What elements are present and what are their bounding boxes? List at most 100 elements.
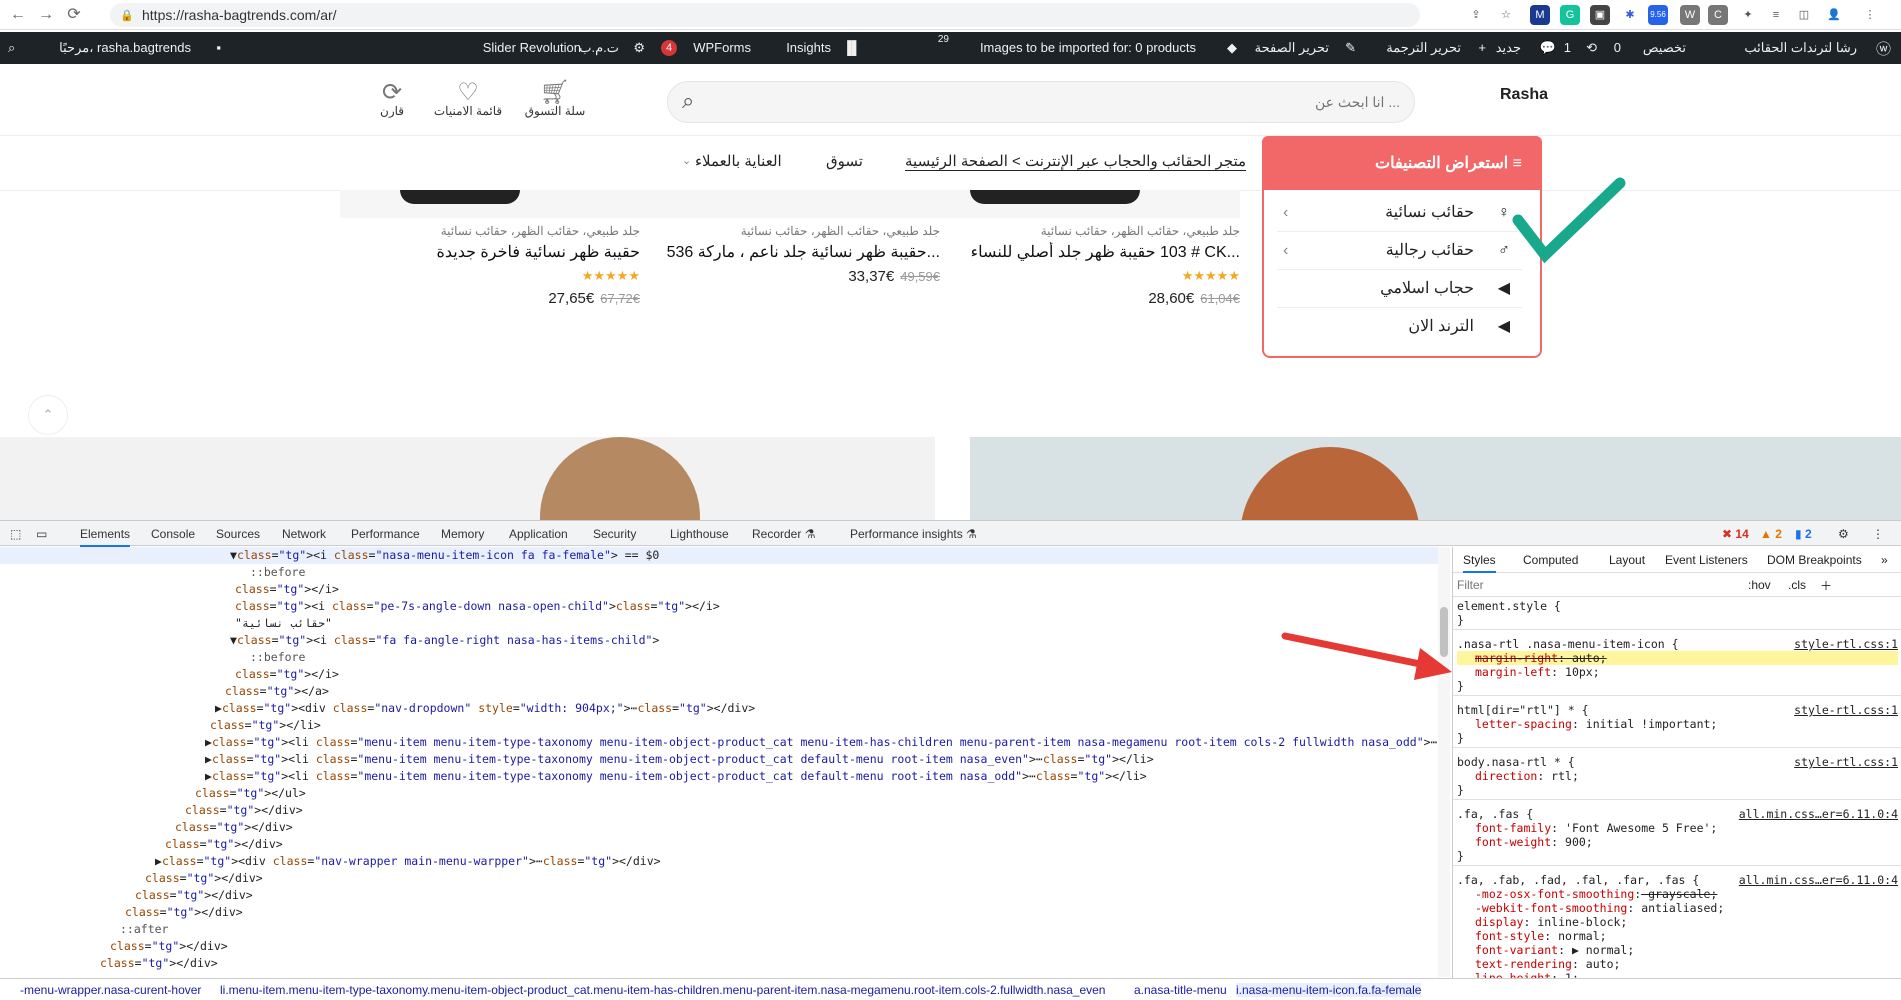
extension-box-icon[interactable]: ▣ [1590, 5, 1610, 25]
share-icon[interactable]: ⇪ [1466, 5, 1486, 25]
extension-m-icon[interactable]: M [1530, 5, 1550, 25]
admin-updates[interactable]: 0 [1614, 40, 1621, 55]
css-property[interactable]: margin-left: 10px; [1457, 665, 1898, 679]
extensions-puzzle-icon[interactable]: ✦ [1738, 5, 1758, 25]
shop-link[interactable]: تسوق [826, 152, 863, 170]
menu-icon[interactable]: ⋮ [1860, 5, 1880, 25]
rule-source-link[interactable]: all.min.css…er=6.11.0:4 [1739, 807, 1898, 821]
tab-network[interactable]: Network [282, 527, 326, 541]
breadcrumb-link[interactable]: متجر الحقائب والحجاب عبر الإنترنت > الصف… [905, 152, 1247, 171]
tab-dom-breakpoints[interactable]: DOM Breakpoints [1767, 553, 1862, 567]
search-icon[interactable]: ⌕ [682, 88, 694, 114]
dom-node-line[interactable]: ▶class="tg"><li class="menu-item menu-it… [205, 734, 1450, 751]
hov-toggle[interactable]: :hov [1748, 578, 1771, 592]
categories-toggle[interactable]: استعراض التصنيفات ≡ [1262, 136, 1542, 191]
admin-counter[interactable]: 29 [938, 34, 949, 45]
tab-memory[interactable]: Memory [441, 527, 484, 541]
crumb-item[interactable]: -menu-wrapper.nasa-curent-hover [20, 983, 201, 997]
customer-care-link[interactable]: العناية بالعملاء [695, 152, 782, 170]
extension-w-icon[interactable]: W [1680, 5, 1700, 25]
admin-edit-translation[interactable]: تحرير الترجمة [1386, 40, 1461, 56]
admin-site-name[interactable]: رشا لترندات الحقائب [1744, 40, 1857, 56]
product-categories[interactable]: جلد طبيعي، حقائب الظهر، حقائب نسائية [640, 224, 940, 238]
dom-node-line[interactable]: class="tg"></div> [185, 802, 303, 819]
extension-score-icon[interactable]: 9.56 [1648, 5, 1668, 25]
admin-new[interactable]: جديد [1496, 40, 1521, 56]
rule-source-link[interactable]: all.min.css…er=6.11.0:4 [1739, 873, 1898, 887]
tab-elements[interactable]: Elements [80, 527, 131, 547]
rule-source-link[interactable]: style-rtl.css:1 [1794, 637, 1898, 651]
css-property[interactable]: text-rendering: auto; [1457, 957, 1898, 971]
css-property[interactable]: margin-right: auto; [1457, 651, 1898, 665]
device-toggle-icon[interactable]: ▭ [36, 527, 47, 541]
admin-edit-page[interactable]: تحرير الصفحة [1255, 40, 1329, 56]
warning-count[interactable]: ▲ 2 [1760, 527, 1782, 541]
add-rule-icon[interactable]: ＋ [1820, 577, 1832, 594]
dom-node-line[interactable]: class="tg"></div> [125, 904, 243, 921]
dom-node-line[interactable]: class="tg"></div> [175, 819, 293, 836]
dom-node-line[interactable]: ▶class="tg"><li class="menu-item menu-it… [205, 768, 1147, 785]
forward-button[interactable]: → [36, 5, 56, 25]
tab-lighthouse[interactable]: Lighthouse [670, 527, 729, 541]
admin-slider-revolution[interactable]: Slider Revolution [483, 40, 581, 55]
css-property[interactable]: letter-spacing: initial !important; [1457, 717, 1898, 731]
grammarly-icon[interactable]: G [1560, 5, 1580, 25]
product-card[interactable]: جلد طبيعي، حقائب الظهر، حقائب نسائية حقي… [940, 190, 1240, 307]
reload-button[interactable]: ⟳ [64, 5, 84, 25]
css-property[interactable]: direction: rtl; [1457, 769, 1898, 783]
product-card[interactable]: جلد طبيعي، حقائب الظهر، حقائب نسائية حقي… [640, 190, 940, 285]
admin-comments[interactable]: 1 [1564, 40, 1571, 55]
bookmark-star-icon[interactable]: ☆ [1496, 5, 1516, 25]
tab-event-listeners[interactable]: Event Listeners [1665, 553, 1748, 567]
product-image[interactable] [340, 190, 640, 218]
category-item-men[interactable]: ♂ حقائب رجالية ‹ [1277, 232, 1522, 270]
address-bar[interactable]: https://rasha-bagtrends.com/ar/ [110, 3, 1420, 27]
style-rule[interactable]: html[dir="rtl"] * {style-rtl.css:1 letter… [1453, 701, 1901, 748]
search-input[interactable] [740, 90, 1400, 114]
back-button[interactable]: ← [8, 5, 28, 25]
dom-node-line[interactable]: class="tg"></a> [225, 683, 329, 700]
dom-scrollbar[interactable] [1438, 547, 1450, 977]
tab-console[interactable]: Console [151, 527, 195, 541]
crumb-item[interactable]: li.menu-item.menu-item-type-taxonomy.men… [220, 983, 1105, 997]
tab-application[interactable]: Application [509, 527, 568, 541]
styles-filter-input[interactable] [1457, 576, 1737, 594]
tab-recorder[interactable]: Recorder ⚗ [752, 527, 815, 541]
more-options-icon[interactable]: ⋮ [1872, 527, 1884, 541]
admin-import-status[interactable]: Images to be imported for: 0 products [980, 40, 1196, 55]
more-tabs-icon[interactable]: » [1881, 553, 1888, 567]
crumb-item[interactable]: a.nasa-title-menu [1134, 983, 1227, 997]
admin-greeting[interactable]: مرحبًا، rasha.bagtrends [59, 40, 191, 56]
admin-search-icon[interactable]: ⌕ [8, 40, 15, 56]
style-rule[interactable]: .fa, .fas {all.min.css…er=6.11.0:4 font-f… [1453, 805, 1901, 866]
admin-currency[interactable]: ت.م.ب [579, 40, 619, 56]
tab-security[interactable]: Security [593, 527, 636, 541]
dom-node-line[interactable]: class="tg"><i class="pe-7s-angle-down na… [235, 598, 720, 615]
css-property[interactable]: -webkit-font-smoothing: antialiased; [1457, 901, 1898, 915]
dom-node-line[interactable]: ▶class="tg"><li class="menu-item menu-it… [205, 751, 1154, 768]
info-count[interactable]: ▮ 2 [1795, 527, 1812, 541]
css-property[interactable]: display: inline-block; [1457, 915, 1898, 929]
dom-node-line[interactable]: class="tg"></i> [235, 666, 339, 683]
dom-node-line[interactable]: class="tg"></div> [135, 887, 253, 904]
rule-source-link[interactable]: style-rtl.css:1 [1794, 703, 1898, 717]
dom-node-line[interactable]: ▼class="tg"><i class="fa fa-angle-right … [230, 632, 659, 649]
cart-button[interactable]: 🛒︎ سلة التسوق [520, 78, 590, 118]
compare-button[interactable]: ⟳ قارن [372, 78, 412, 118]
dom-node-line[interactable]: class="tg"></div> [145, 870, 263, 887]
dom-node-line[interactable]: ::after [120, 921, 168, 938]
product-categories[interactable]: جلد طبيعي، حقائب الظهر، حقائب نسائية [940, 224, 1240, 238]
css-property[interactable]: font-family: 'Font Awesome 5 Free'; [1457, 821, 1898, 835]
product-card[interactable]: جلد طبيعي، حقائب الظهر، حقائب نسائية حقي… [340, 190, 640, 307]
dom-node-line[interactable]: ::before [250, 649, 305, 666]
scroll-top-button[interactable]: ⌃ [28, 395, 68, 435]
site-logo[interactable]: Rasha [1500, 86, 1548, 104]
product-image[interactable] [640, 190, 940, 218]
product-title[interactable]: حقيبة ظهر نسائية فاخرة جديدة [340, 242, 640, 262]
css-property[interactable]: font-variant: ▶ normal; [1457, 943, 1898, 957]
style-rule[interactable]: .nasa-rtl .nasa-menu-item-icon {style-rt… [1453, 635, 1901, 696]
dom-node-line[interactable]: class="tg"></div> [165, 836, 283, 853]
category-item-hijab[interactable]: ◀ حجاب اسلامي [1277, 270, 1522, 308]
inspect-icon[interactable]: ⬚ [10, 527, 21, 541]
product-categories[interactable]: جلد طبيعي، حقائب الظهر، حقائب نسائية [340, 224, 640, 238]
